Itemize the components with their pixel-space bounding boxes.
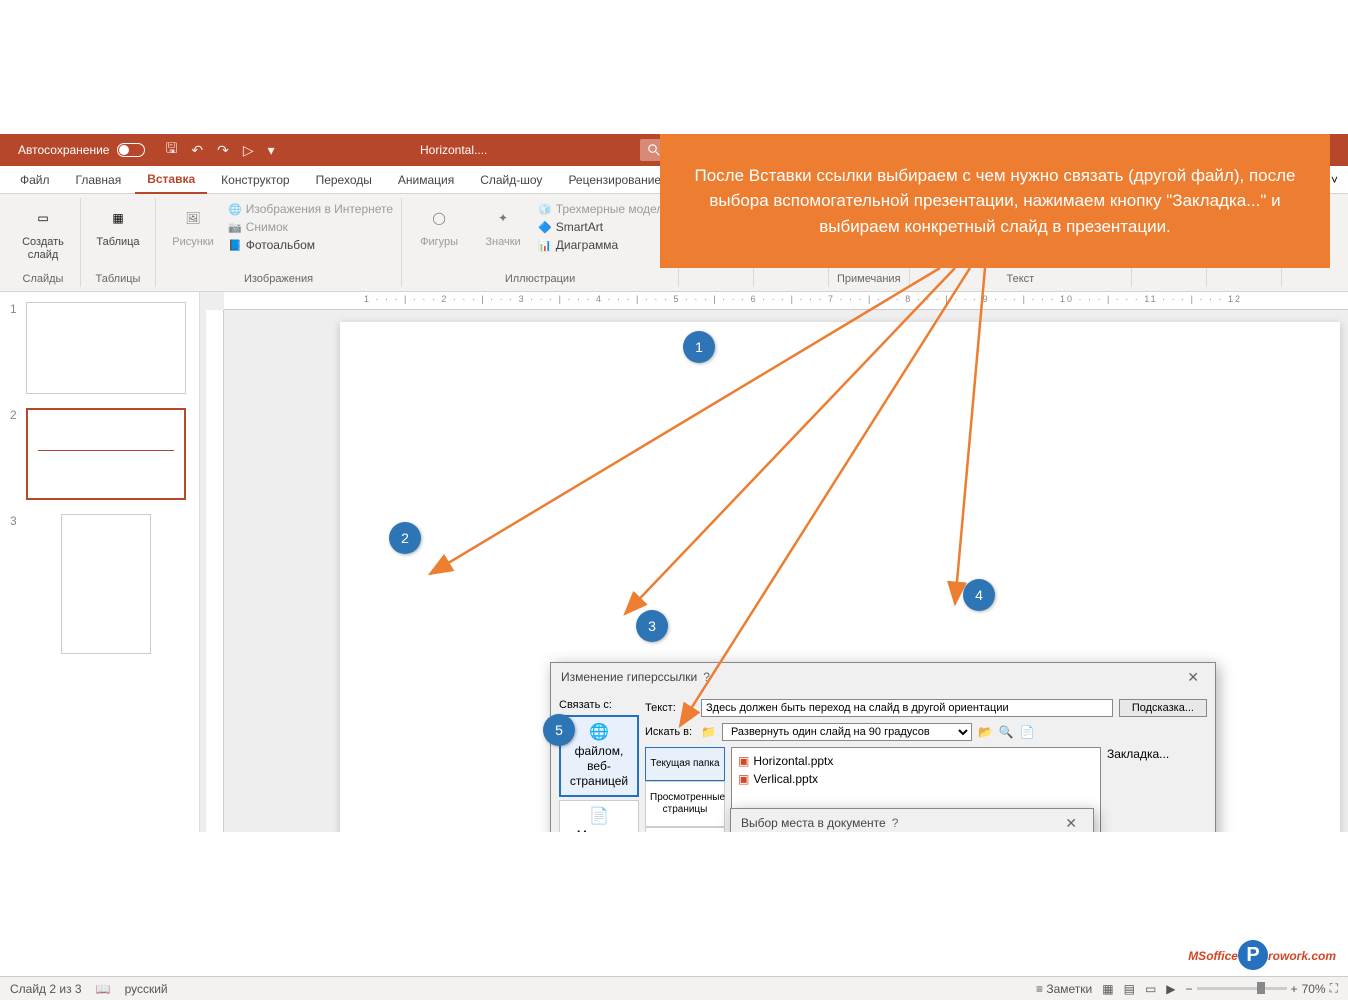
tab-file[interactable]: Файл (8, 167, 62, 193)
tab-review[interactable]: Рецензирование (556, 167, 673, 193)
file-item[interactable]: ▣Horizontal.pptx (736, 752, 1096, 770)
online-images-button[interactable]: 🌐 Изображения в Интернете (228, 202, 393, 216)
start-icon[interactable]: ▷ (243, 142, 254, 159)
table-button[interactable]: ▦Таблица (89, 202, 147, 249)
file-item[interactable]: ▣Verlical.pptx (736, 770, 1096, 788)
slide-canvas[interactable]: Изменение гиперссылки?✕ Связать с: 🌐файл… (200, 292, 1348, 832)
collapse-ribbon-icon[interactable]: ˅ (1331, 173, 1338, 187)
chart-button[interactable]: 📊 Диаграмма (538, 238, 670, 252)
tab-recent-files[interactable]: Последние файлы (645, 827, 725, 832)
tab-animations[interactable]: Анимация (386, 167, 466, 193)
bookmark-button[interactable]: Закладка... (1107, 747, 1207, 761)
dialog-close-icon[interactable]: ✕ (1059, 815, 1083, 832)
status-bar: Слайд 2 из 3 📖 русский ≡ Заметки ▦ ▤ ▭ ▶… (0, 976, 1348, 1000)
dialog-help-icon[interactable]: ? (886, 816, 905, 830)
marker-2: 2 (389, 522, 421, 554)
marker-3: 3 (636, 610, 668, 642)
tab-current-folder[interactable]: Текущая папка (645, 747, 725, 781)
undo-icon[interactable]: ↶ (191, 142, 203, 159)
view-normal-icon[interactable]: ▦ (1102, 982, 1113, 996)
3d-models-button[interactable]: 🧊 Трехмерные модели (538, 202, 670, 216)
slide-thumbnails: 1 2 3 (0, 292, 200, 832)
tab-insert[interactable]: Вставка (135, 166, 207, 194)
hyperlink-dialog: Изменение гиперссылки?✕ Связать с: 🌐файл… (550, 662, 1216, 832)
new-slide-button[interactable]: ▭Создать слайд (14, 202, 72, 262)
view-slideshow-icon[interactable]: ▶ (1166, 982, 1175, 996)
document-title: Horizontal.... (420, 143, 487, 157)
dialog-help-icon[interactable]: ? (697, 670, 716, 684)
shapes-button[interactable]: ◯Фигуры (410, 202, 468, 249)
zoom-control[interactable]: − + 70% ⛶ (1186, 981, 1338, 996)
thumbnail-1[interactable] (26, 302, 186, 394)
vertical-ruler (206, 310, 224, 832)
select-place-dialog: Выбор места в документе?✕ Выберите сущес… (730, 808, 1094, 832)
autosave-toggle[interactable]: Автосохранение (18, 143, 145, 157)
zoom-out-icon[interactable]: − (1186, 982, 1193, 996)
folder-select[interactable]: Развернуть один слайд на 90 градусов (722, 723, 972, 741)
tab-browsed-pages[interactable]: Просмотренные страницы (645, 781, 725, 827)
folder-icon: 📁 (701, 725, 716, 739)
pictures-button[interactable]: 🖼Рисунки (164, 202, 222, 249)
spellcheck-icon[interactable]: 📖 (96, 982, 111, 996)
zoom-slider[interactable] (1197, 987, 1287, 990)
language-button[interactable]: русский (125, 982, 168, 996)
fit-icon[interactable]: ⛶ (1330, 981, 1338, 996)
tab-home[interactable]: Главная (64, 167, 134, 193)
smartart-button[interactable]: 🔷 SmartArt (538, 220, 670, 234)
tab-slideshow[interactable]: Слайд-шоу (468, 167, 554, 193)
marker-4: 4 (963, 579, 995, 611)
redo-icon[interactable]: ↷ (217, 142, 229, 159)
notes-button[interactable]: ≡ Заметки (1036, 982, 1092, 996)
photo-album-button[interactable]: 📘 Фотоальбом (228, 238, 393, 252)
link-text-input[interactable] (701, 699, 1113, 717)
tab-design[interactable]: Конструктор (209, 167, 301, 193)
icons-button[interactable]: ✦Значки (474, 202, 532, 249)
screenshot-button[interactable]: 📷 Снимок (228, 220, 393, 234)
instruction-callout: После Вставки ссылки выбираем с чем нужн… (660, 134, 1330, 268)
search-icon (648, 144, 660, 156)
horizontal-ruler (224, 292, 1348, 310)
dialog-close-icon[interactable]: ✕ (1181, 669, 1205, 686)
slide-counter[interactable]: Слайд 2 из 3 (10, 982, 82, 996)
thumbnail-3[interactable] (61, 514, 151, 654)
view-reading-icon[interactable]: ▭ (1145, 982, 1156, 996)
tab-transitions[interactable]: Переходы (304, 167, 384, 193)
browse-web-icon[interactable]: 🔍 (999, 725, 1014, 739)
qat-more-icon[interactable]: ▾ (268, 142, 275, 159)
save-icon[interactable]: 🖫 (165, 138, 177, 162)
zoom-in-icon[interactable]: + (1291, 982, 1298, 996)
browse-file-icon[interactable]: 📄 (1020, 725, 1035, 739)
up-folder-icon[interactable]: 📂 (978, 725, 993, 739)
view-sorter-icon[interactable]: ▤ (1124, 982, 1135, 996)
thumbnail-2[interactable] (26, 408, 186, 500)
marker-5: 5 (543, 714, 575, 746)
watermark-logo: MSofficeProwork.com (1188, 940, 1336, 970)
marker-1: 1 (683, 331, 715, 363)
workspace: 1 2 3 Изменение гиперссылки?✕ Связать с:… (0, 292, 1348, 832)
link-to-place[interactable]: 📄Место в документе (559, 800, 639, 832)
screentip-button[interactable]: Подсказка... (1119, 699, 1207, 717)
